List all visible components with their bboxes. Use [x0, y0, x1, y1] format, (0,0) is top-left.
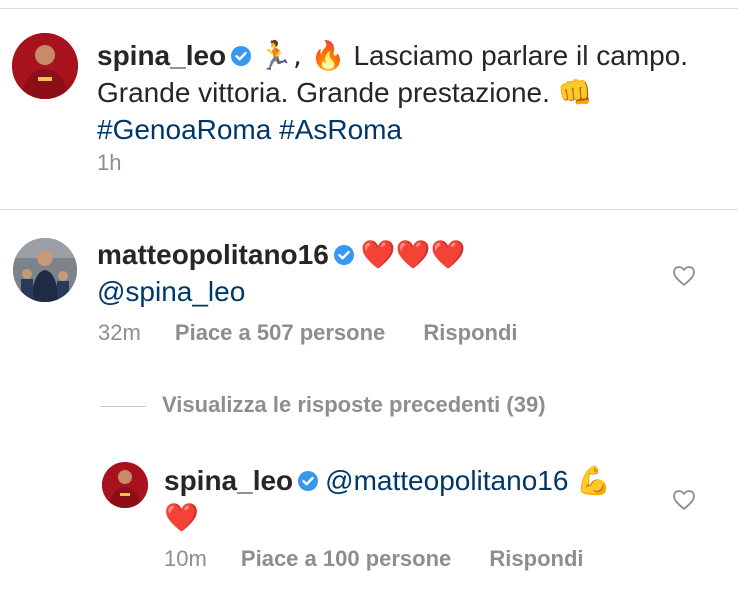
- red-heart-emoji: ❤️: [164, 501, 199, 534]
- hashtag-link[interactable]: #AsRoma: [279, 114, 402, 145]
- view-previous-replies-button[interactable]: Visualizza le risposte precedenti (39): [100, 392, 546, 418]
- heart-outline-icon[interactable]: [672, 265, 696, 287]
- view-previous-replies-label: Visualizza le risposte precedenti (39): [162, 392, 546, 417]
- replies-line: [100, 405, 146, 407]
- comment-username[interactable]: matteopolitano16: [97, 239, 329, 270]
- flexed-biceps-emoji: 💪: [576, 464, 612, 497]
- caption-fist-emoji: 👊: [557, 76, 593, 109]
- mention-link[interactable]: @matteopolitano16: [325, 465, 568, 496]
- comment-meta: 32m Piace a 507 persone Rispondi: [98, 320, 518, 346]
- comment-emojis: ❤️❤️❤️: [360, 238, 466, 271]
- avatar[interactable]: [102, 462, 148, 508]
- section-divider: [0, 209, 738, 210]
- hashtag-link[interactable]: #GenoaRoma: [97, 114, 271, 145]
- mention-link[interactable]: @spina_leo: [97, 276, 245, 307]
- reply-button[interactable]: Rispondi: [423, 320, 517, 345]
- verified-badge-icon: [333, 245, 354, 265]
- avatar[interactable]: [13, 238, 77, 302]
- post-caption: spina_leo 🏃, 🔥 Lasciamo parlare il campo.…: [97, 37, 717, 148]
- comment: matteopolitano16 ❤️❤️❤️ @spina_leo: [97, 236, 657, 310]
- heart-outline-icon[interactable]: [672, 489, 696, 511]
- likes-count-link[interactable]: Piace a 100 persone: [241, 546, 451, 571]
- reply-time: 10m: [164, 546, 207, 571]
- caption-emoji-run: 🏃, 🔥: [258, 39, 346, 72]
- likes-count-link[interactable]: Piace a 507 persone: [175, 320, 385, 345]
- caption-time: 1h: [97, 150, 122, 175]
- top-divider: [0, 8, 738, 9]
- reply-meta: 10m Piace a 100 persone Rispondi: [164, 546, 584, 572]
- reply-comment: spina_leo @matteopolitano16 💪 ❤️: [164, 462, 654, 536]
- caption-username[interactable]: spina_leo: [97, 40, 226, 71]
- reply-button[interactable]: Rispondi: [489, 546, 583, 571]
- avatar[interactable]: [12, 33, 78, 99]
- verified-badge-icon: [298, 471, 319, 491]
- comment-time: 32m: [98, 320, 141, 345]
- verified-badge-icon: [231, 46, 252, 66]
- reply-username[interactable]: spina_leo: [164, 465, 293, 496]
